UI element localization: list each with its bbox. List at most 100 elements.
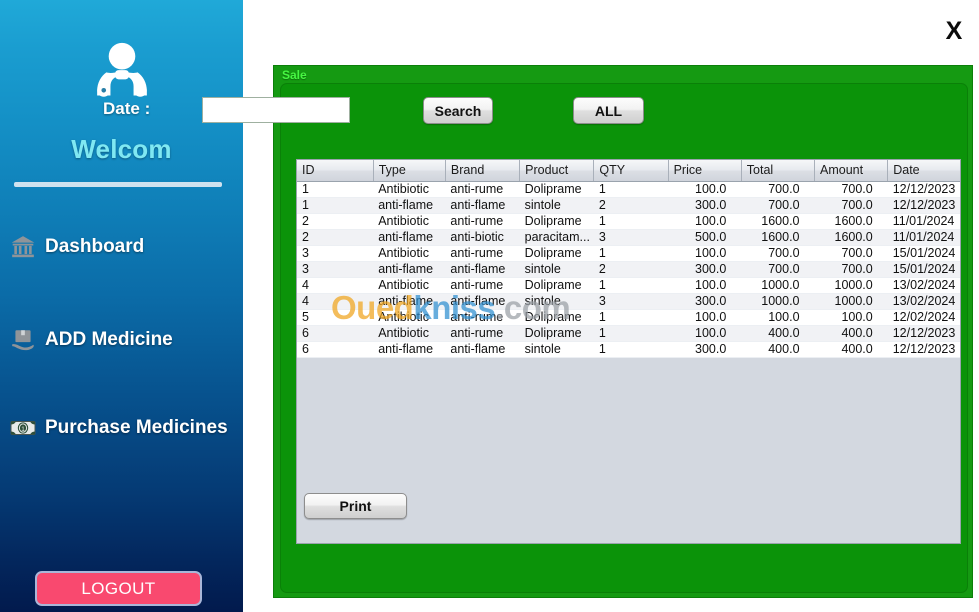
table-row[interactable]: 6 Antibiotic anti-rume Doliprame 1 100.0 400.0…: [297, 325, 960, 342]
cell-amount: 400.0: [814, 325, 888, 342]
cell-amount: 700.0: [814, 261, 888, 278]
column-header-type[interactable]: Type: [373, 160, 446, 182]
table-row[interactable]: 2 anti-flame anti-biotic paracitam... 3 500.0…: [297, 229, 960, 246]
cell-product: paracitam...: [519, 229, 594, 246]
cell-qty: 1: [593, 213, 669, 230]
cell-date: 13/02/2024: [887, 293, 960, 310]
column-header-id[interactable]: ID: [297, 160, 374, 182]
column-header-price[interactable]: Price: [668, 160, 742, 182]
cell-price: 300.0: [668, 341, 742, 358]
cell-price: 300.0: [668, 293, 742, 310]
cell-date: 12/02/2024: [887, 309, 960, 326]
cell-id: 5: [297, 309, 374, 326]
sidebar-item-label: Dashboard: [45, 236, 145, 257]
cell-qty: 1: [593, 277, 669, 294]
table-row[interactable]: 4 Antibiotic anti-rume Doliprame 1 100.0 1000.…: [297, 277, 960, 294]
cell-id: 1: [297, 197, 374, 214]
cell-product: Doliprame: [519, 309, 594, 326]
cell-amount: 100.0: [814, 309, 888, 326]
cell-date: 12/12/2023: [887, 181, 960, 198]
table-header: ID Type Brand Product QTY Price Total Am…: [297, 160, 960, 182]
close-icon[interactable]: X: [939, 14, 969, 48]
date-label: Date :: [103, 99, 151, 118]
date-input[interactable]: [202, 97, 350, 123]
all-button[interactable]: ALL: [573, 97, 644, 124]
column-header-qty[interactable]: QTY: [593, 160, 669, 182]
cell-id: 3: [297, 261, 374, 278]
welcome-title: Welcom: [71, 134, 172, 164]
cell-amount: 400.0: [814, 341, 888, 358]
sales-table-container[interactable]: ID Type Brand Product QTY Price Total Am…: [296, 159, 961, 544]
cell-type: Antibiotic: [373, 245, 446, 262]
sidebar-item-purchase-medicines[interactable]: 1 Purchase Medicines: [10, 411, 238, 445]
cell-amount: 700.0: [814, 197, 888, 214]
cell-product: sintole: [519, 261, 594, 278]
cell-qty: 3: [593, 293, 669, 310]
cell-qty: 1: [593, 245, 669, 262]
column-header-total[interactable]: Total: [741, 160, 816, 182]
cell-product: sintole: [519, 293, 594, 310]
cell-price: 100.0: [668, 309, 742, 326]
cell-qty: 1: [593, 341, 669, 358]
print-button[interactable]: Print: [304, 493, 407, 519]
cell-amount: 1600.0: [814, 229, 888, 246]
cell-amount: 700.0: [814, 181, 888, 198]
sidebar-item-add-medicine[interactable]: ADD Medicine: [10, 323, 238, 357]
app-window: Welcom Dashboard ADD Medicine 1 Purchase…: [0, 0, 979, 612]
cell-total: 700.0: [741, 245, 815, 262]
cell-brand: anti-flame: [445, 293, 520, 310]
cell-total: 700.0: [741, 261, 815, 278]
cell-qty: 2: [593, 197, 669, 214]
cell-price: 100.0: [668, 325, 742, 342]
cell-price: 100.0: [668, 181, 742, 198]
cell-price: 500.0: [668, 229, 742, 246]
table-row[interactable]: 5 Antibiotic anti-rume Doliprame 1 100.0 100.0…: [297, 309, 960, 326]
cell-date: 15/01/2024: [887, 245, 960, 262]
table-row[interactable]: 6 anti-flame anti-flame sintole 1 300.0 400.0 4…: [297, 341, 960, 358]
cell-brand: anti-flame: [445, 261, 520, 278]
column-header-product[interactable]: Product: [519, 160, 595, 182]
cell-price: 300.0: [668, 197, 742, 214]
sidebar: Welcom Dashboard ADD Medicine 1 Purchase…: [0, 0, 243, 612]
package-delivery-icon: [10, 327, 36, 353]
cell-qty: 3: [593, 229, 669, 246]
column-header-date[interactable]: Date: [887, 160, 960, 182]
cell-id: 6: [297, 325, 374, 342]
cell-total: 400.0: [741, 325, 815, 342]
cell-date: 11/01/2024: [887, 213, 960, 230]
cell-price: 100.0: [668, 277, 742, 294]
table-row[interactable]: 1 anti-flame anti-flame sintole 2 300.0 700.0 7…: [297, 197, 960, 214]
sidebar-item-label: Purchase Medicines: [45, 417, 228, 438]
logout-button[interactable]: LOGOUT: [35, 571, 202, 606]
table-row[interactable]: 3 Antibiotic anti-rume Doliprame 1 100.0 700.0…: [297, 245, 960, 262]
cell-brand: anti-rume: [445, 213, 520, 230]
column-header-amount[interactable]: Amount: [814, 160, 889, 182]
column-header-brand[interactable]: Brand: [445, 160, 521, 182]
cell-type: Antibiotic: [373, 213, 446, 230]
sidebar-item-dashboard[interactable]: Dashboard: [10, 230, 238, 264]
search-button[interactable]: Search: [423, 97, 493, 124]
cell-id: 3: [297, 245, 374, 262]
sales-table: ID Type Brand Product QTY Price Total Am…: [297, 160, 960, 358]
cell-brand: anti-flame: [445, 197, 520, 214]
cell-total: 100.0: [741, 309, 815, 326]
cell-type: Antibiotic: [373, 277, 446, 294]
cell-type: anti-flame: [373, 341, 446, 358]
cell-type: anti-flame: [373, 293, 446, 310]
cell-qty: 1: [593, 309, 669, 326]
cell-amount: 700.0: [814, 245, 888, 262]
panel-title: Sale: [282, 68, 307, 82]
cell-product: Doliprame: [519, 277, 594, 294]
cell-product: Doliprame: [519, 213, 594, 230]
table-row[interactable]: 4 anti-flame anti-flame sintole 3 300.0 1000.0…: [297, 293, 960, 310]
cell-price: 100.0: [668, 213, 742, 230]
table-row[interactable]: 3 anti-flame anti-flame sintole 2 300.0 700.0 7…: [297, 261, 960, 278]
table-row[interactable]: 1 Antibiotic anti-rume Doliprame 1 100.0 700.0…: [297, 181, 960, 198]
cell-id: 1: [297, 181, 374, 198]
cell-date: 12/12/2023: [887, 341, 960, 358]
cell-price: 100.0: [668, 245, 742, 262]
table-header-row: ID Type Brand Product QTY Price Total Am…: [297, 160, 960, 182]
cell-product: Doliprame: [519, 181, 594, 198]
cell-brand: anti-rume: [445, 245, 520, 262]
table-row[interactable]: 2 Antibiotic anti-rume Doliprame 1 100.0 1600.…: [297, 213, 960, 230]
